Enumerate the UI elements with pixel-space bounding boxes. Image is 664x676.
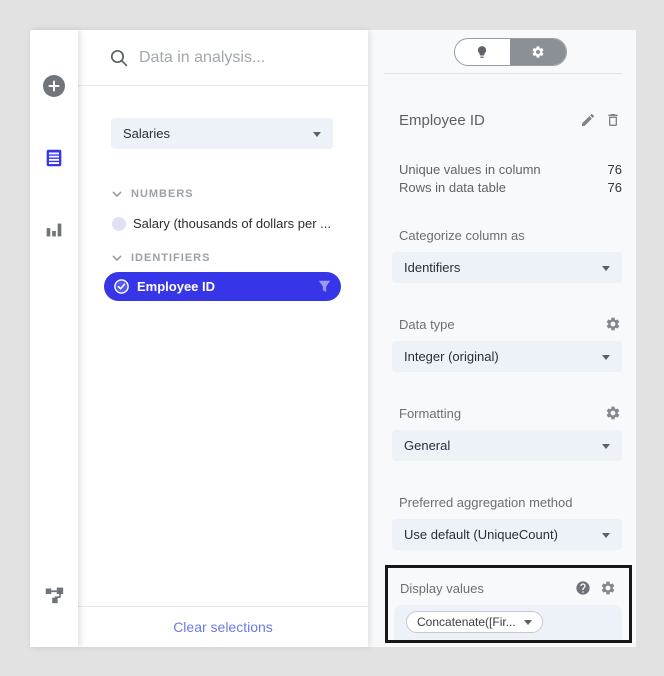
select-value: Identifiers <box>404 260 460 275</box>
field-label-row: Categorize column as <box>384 227 622 243</box>
help-icon <box>575 580 591 596</box>
display-values-expression-dropdown[interactable]: Concatenate([Fir... <box>406 611 543 633</box>
flowchart-icon <box>43 583 65 605</box>
gear-icon <box>605 316 621 332</box>
field-label: Preferred aggregation method <box>399 495 622 510</box>
check-circle-icon <box>114 279 129 294</box>
preferred-aggregation-select[interactable]: Use default (UniqueCount) <box>392 519 622 550</box>
column-item-label: Salary (thousands of dollars per ... <box>133 216 331 231</box>
panel-mode-toggle-row <box>384 38 622 66</box>
display-values-settings-button[interactable] <box>600 580 617 597</box>
clear-selections-link[interactable]: Clear selections <box>173 619 273 635</box>
stat-row: Unique values in column 76 <box>384 160 622 178</box>
data-table-icon <box>43 147 65 169</box>
stat-row: Rows in data table 76 <box>384 178 622 196</box>
categorize-column-select[interactable]: Identifiers <box>392 252 622 283</box>
insights-toggle-button[interactable] <box>455 39 511 65</box>
stat-label: Rows in data table <box>399 180 608 195</box>
column-item-employee-id-selected[interactable]: Employee ID <box>104 272 341 301</box>
plus-icon <box>43 75 65 97</box>
section-header-numbers[interactable]: NUMBERS <box>78 187 368 201</box>
chevron-down-icon <box>112 255 122 261</box>
field-label: Display values <box>400 581 567 596</box>
data-type-select[interactable]: Integer (original) <box>392 341 622 372</box>
section-header-identifiers[interactable]: IDENTIFIERS <box>78 251 368 265</box>
chevron-down-icon <box>602 444 610 449</box>
chevron-down-icon <box>524 620 532 625</box>
data-canvas-tab[interactable] <box>43 583 65 605</box>
chevron-down-icon <box>602 533 610 538</box>
chevron-down-icon <box>313 132 321 137</box>
display-values-field: Concatenate([Fir... <box>394 605 622 640</box>
data-table-selector-value: Salaries <box>123 126 170 141</box>
gear-icon <box>531 45 545 59</box>
chevron-down-icon <box>602 355 610 360</box>
section-label: NUMBERS <box>131 188 194 200</box>
column-heading-row: Employee ID <box>384 110 622 130</box>
filter-icon[interactable] <box>318 280 331 293</box>
gear-icon <box>605 405 621 421</box>
field-label: Formatting <box>399 406 597 421</box>
field-label-row: Preferred aggregation method <box>384 494 622 510</box>
rename-column-button[interactable] <box>580 112 597 129</box>
display-values-help-button[interactable] <box>575 580 592 597</box>
divider <box>384 73 622 74</box>
search-icon <box>110 49 128 67</box>
field-label: Data type <box>399 317 597 332</box>
add-data-button[interactable] <box>43 75 65 97</box>
bar-chart-icon <box>43 219 65 241</box>
column-list-panel: Salaries NUMBERS Salary (thousands of do… <box>78 30 368 647</box>
lightbulb-icon <box>475 45 489 59</box>
column-stats: Unique values in column 76 Rows in data … <box>384 160 622 196</box>
chevron-down-icon <box>112 191 122 197</box>
field-label-row: Data type <box>384 316 622 332</box>
display-values-annotation-box: Display values Concatenate([Fir... <box>385 565 632 643</box>
expression-value: Concatenate([Fir... <box>417 615 516 629</box>
chevron-down-icon <box>602 266 610 271</box>
delete-column-button[interactable] <box>605 112 622 129</box>
stat-value: 76 <box>608 180 622 195</box>
search-bar <box>78 30 368 86</box>
search-input[interactable] <box>139 49 339 67</box>
pencil-icon <box>580 112 596 128</box>
stat-label: Unique values in column <box>399 162 608 177</box>
stat-value: 76 <box>608 162 622 177</box>
settings-toggle-button[interactable] <box>510 39 566 65</box>
trash-icon <box>605 112 621 128</box>
data-type-settings-button[interactable] <box>605 316 622 333</box>
select-value: Integer (original) <box>404 349 499 364</box>
gear-icon <box>600 580 616 596</box>
formatting-select[interactable]: General <box>392 430 622 461</box>
column-details-panel: Employee ID Unique values in column 76 R… <box>368 30 636 647</box>
panel-mode-toggle <box>454 38 567 66</box>
column-title: Employee ID <box>399 112 572 129</box>
select-value: Use default (UniqueCount) <box>404 527 558 542</box>
column-dot-icon <box>112 217 126 231</box>
field-label-row: Formatting <box>384 405 622 421</box>
left-toolbar-rail <box>30 30 78 647</box>
data-list-tab[interactable] <box>43 147 65 169</box>
data-table-selector[interactable]: Salaries <box>111 118 333 149</box>
section-label: IDENTIFIERS <box>131 252 210 264</box>
column-item-salary[interactable]: Salary (thousands of dollars per ... <box>78 214 368 233</box>
field-label: Categorize column as <box>399 228 622 243</box>
formatting-settings-button[interactable] <box>605 405 622 422</box>
display-values-label-row: Display values <box>388 568 629 596</box>
select-value: General <box>404 438 450 453</box>
data-in-analysis-panel: Salaries NUMBERS Salary (thousands of do… <box>30 30 636 647</box>
visualizations-tab[interactable] <box>43 219 65 241</box>
column-item-label: Employee ID <box>137 279 318 294</box>
column-list-footer: Clear selections <box>78 606 368 647</box>
